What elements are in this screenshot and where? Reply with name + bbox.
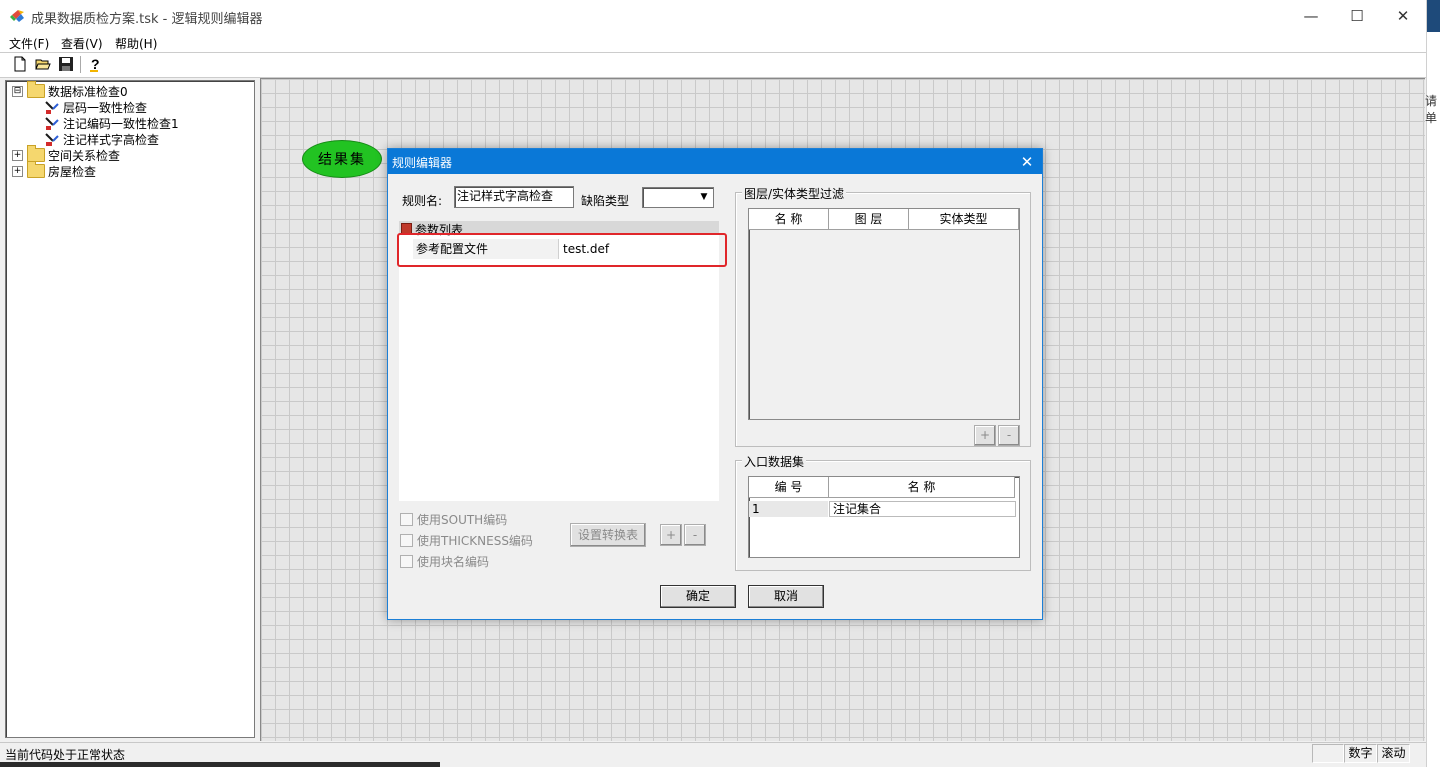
rule-tree-panel[interactable]: ⊟ 数据标准检查0 层码一致性检查 注记编码一致性检查1 注记样式字高检查 + … xyxy=(5,80,255,738)
thickness-code-label: 使用THICKNESS编码 xyxy=(417,534,533,548)
column-header-layer[interactable]: 图 层 xyxy=(829,209,909,230)
tree-node-label: 数据标准检查0 xyxy=(48,84,128,99)
entry-row-name[interactable]: 注记集合 xyxy=(829,501,1016,517)
tree-node-rule-selected[interactable]: 注记样式字高检查 xyxy=(44,131,159,147)
dialog-close-button[interactable]: ✕ xyxy=(1016,151,1038,173)
rule-name-label: 规则名: xyxy=(402,194,443,208)
save-icon[interactable] xyxy=(58,56,74,72)
svg-text:?: ? xyxy=(91,56,100,72)
rule-check-icon xyxy=(45,133,59,146)
column-header-name[interactable]: 名 称 xyxy=(829,477,1015,498)
defect-type-select[interactable]: ▼ xyxy=(642,187,714,208)
title-bar: 成果数据质检方案.tsk - 逻辑规则编辑器 — ☐ ✕ xyxy=(0,0,1426,32)
chevron-down-icon[interactable]: ▼ xyxy=(696,189,712,205)
close-button[interactable]: ✕ xyxy=(1380,0,1426,32)
taskbar-edge xyxy=(0,762,440,767)
open-folder-icon[interactable] xyxy=(35,56,51,72)
status-scroll: 滚动 xyxy=(1377,744,1410,763)
folder-icon xyxy=(27,81,45,98)
add-filter-button[interactable]: + xyxy=(974,425,996,446)
entry-dataset-list[interactable]: 编 号 名 称 1 注记集合 xyxy=(748,476,1020,558)
column-header-entity-type[interactable]: 实体类型 xyxy=(909,209,1019,230)
rule-name-input[interactable]: 注记样式字高检查 xyxy=(454,186,574,208)
layer-entity-filter-group: 图层/实体类型过滤 名 称 图 层 实体类型 + - xyxy=(735,185,1031,447)
background-window-text: 请单 xyxy=(1425,94,1438,125)
expand-icon[interactable]: + xyxy=(12,165,23,177)
add-code-button[interactable]: + xyxy=(660,524,682,546)
menu-bar: 文件(F) 查看(V) 帮助(H) xyxy=(0,32,1426,52)
rule-editor-dialog: 规则编辑器 ✕ 规则名: 注记样式字高检查 缺陷类型 ▼ 参数列表 参考配置文件… xyxy=(387,148,1043,620)
collapse-icon[interactable]: ⊟ xyxy=(12,85,23,97)
defect-type-label: 缺陷类型 xyxy=(581,194,630,208)
help-icon[interactable]: ? xyxy=(87,56,103,72)
result-set-node[interactable]: 结果集 xyxy=(302,140,382,178)
thickness-code-checkbox[interactable] xyxy=(400,534,413,547)
menu-file[interactable]: 文件(F) xyxy=(9,35,49,52)
tree-node-label: 层码一致性检查 xyxy=(63,100,148,115)
background-window-strip: 请单 xyxy=(1425,0,1440,767)
dialog-title: 规则编辑器 xyxy=(392,156,453,170)
remove-filter-button[interactable]: - xyxy=(998,425,1020,446)
entry-row-id[interactable]: 1 xyxy=(749,501,828,517)
status-bar: 当前代码处于正常状态 数字 滚动 xyxy=(0,742,1426,763)
block-name-code-checkbox[interactable] xyxy=(400,555,413,568)
folder-icon xyxy=(27,161,45,178)
minimize-button[interactable]: — xyxy=(1288,0,1334,32)
menu-view[interactable]: 查看(V) xyxy=(61,35,103,52)
south-code-label: 使用SOUTH编码 xyxy=(417,513,508,527)
menu-help[interactable]: 帮助(H) xyxy=(115,35,157,52)
entry-group-title: 入口数据集 xyxy=(742,453,807,470)
highlight-box xyxy=(397,233,727,267)
window-title: 成果数据质检方案.tsk - 逻辑规则编辑器 xyxy=(31,12,263,27)
tree-node-rule[interactable]: 注记编码一致性检查1 xyxy=(44,115,179,131)
tree-node-root[interactable]: ⊟ 数据标准检查0 xyxy=(12,81,128,99)
filter-group-title: 图层/实体类型过滤 xyxy=(742,185,847,202)
column-header-id[interactable]: 编 号 xyxy=(749,477,829,498)
column-header-name[interactable]: 名 称 xyxy=(749,209,829,230)
status-cell-empty xyxy=(1312,744,1344,763)
ok-button[interactable]: 确定 xyxy=(660,585,736,608)
cancel-button[interactable]: 取消 xyxy=(748,585,824,608)
maximize-button[interactable]: ☐ xyxy=(1334,0,1380,32)
tree-node-label: 注记样式字高检查 xyxy=(63,132,160,147)
expand-icon[interactable]: + xyxy=(12,149,23,161)
rule-check-icon xyxy=(45,101,59,114)
status-num: 数字 xyxy=(1344,744,1377,763)
block-name-code-label: 使用块名编码 xyxy=(417,555,490,569)
tree-node-group[interactable]: + 房屋检查 xyxy=(12,161,97,179)
tree-node-rule[interactable]: 层码一致性检查 xyxy=(44,99,147,115)
tree-node-label: 注记编码一致性检查1 xyxy=(63,116,179,131)
set-convert-table-button[interactable]: 设置转换表 xyxy=(570,523,646,547)
app-logo-icon xyxy=(10,10,24,22)
remove-code-button[interactable]: - xyxy=(684,524,706,546)
status-text: 当前代码处于正常状态 xyxy=(5,748,126,762)
dialog-title-bar: 规则编辑器 ✕ xyxy=(388,149,1042,174)
south-code-checkbox[interactable] xyxy=(400,513,413,526)
toolbar-separator xyxy=(80,56,81,73)
entry-dataset-group: 入口数据集 编 号 名 称 1 注记集合 xyxy=(735,453,1031,571)
toolbar: ? xyxy=(0,52,1426,78)
folder-icon xyxy=(27,145,45,162)
new-file-icon[interactable] xyxy=(12,56,28,72)
filter-list[interactable]: 名 称 图 层 实体类型 xyxy=(748,208,1020,420)
rule-check-icon xyxy=(45,117,59,130)
background-window-titlebar xyxy=(1427,0,1440,32)
tree-node-label: 空间关系检查 xyxy=(48,148,121,163)
tree-node-label: 房屋检查 xyxy=(48,164,97,179)
